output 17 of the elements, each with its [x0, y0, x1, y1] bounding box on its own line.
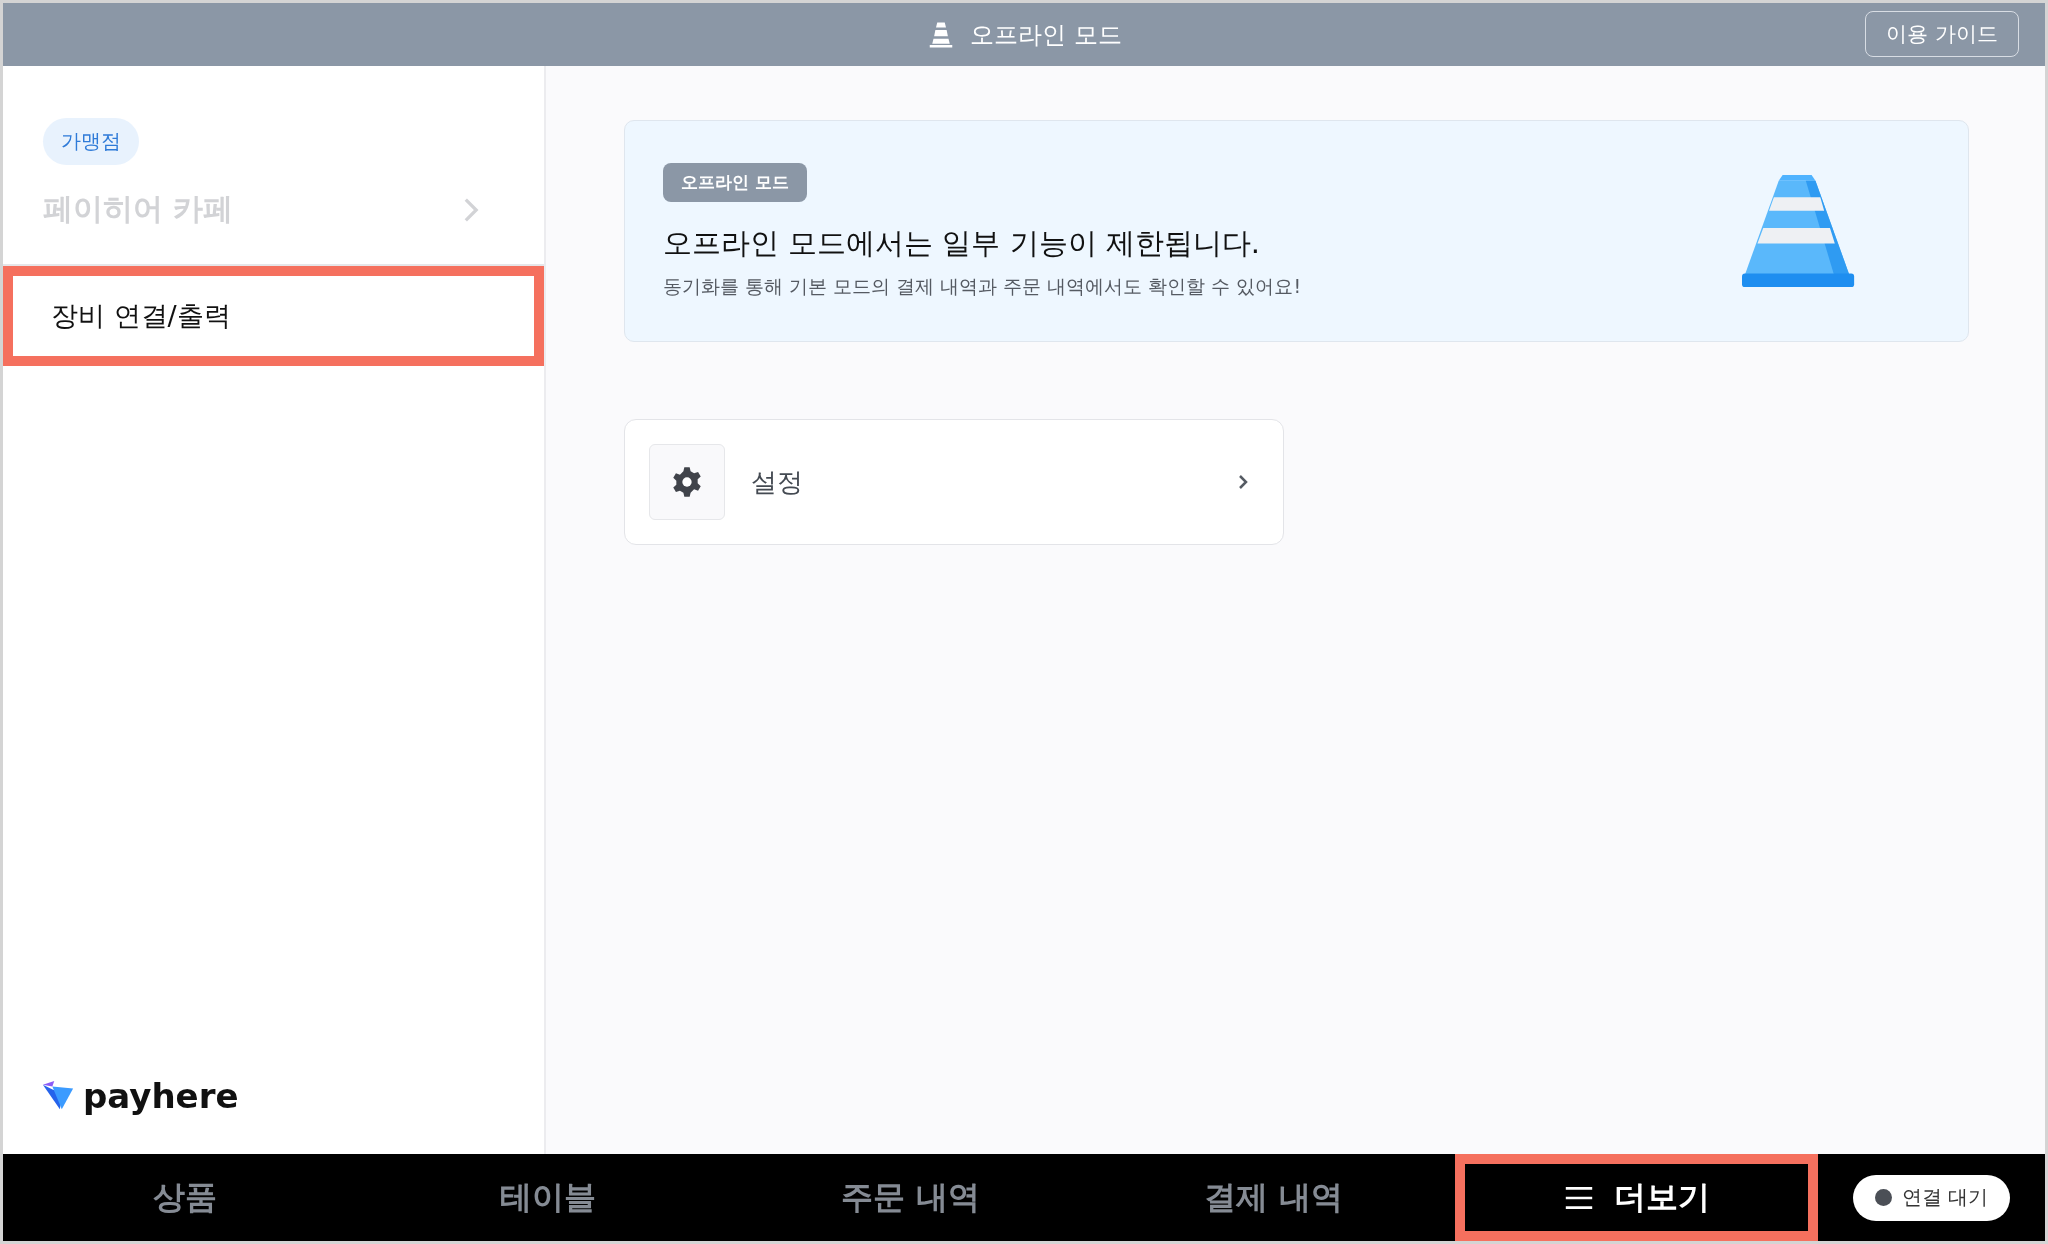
store-badge: 가맹점: [43, 118, 139, 165]
chevron-right-icon: [463, 196, 479, 223]
nav-tab[interactable]: 주문 내역: [729, 1154, 1092, 1241]
sidebar-item[interactable]: 장비 연결/출력: [3, 266, 544, 366]
logo-text: payhere: [83, 1076, 239, 1116]
settings-icon: [671, 466, 703, 498]
banner-description: 동기화를 통해 기본 모드의 결제 내역과 주문 내역에서도 확인할 수 있어요!: [663, 273, 1301, 299]
nav-tab[interactable]: 더보기: [1455, 1154, 1818, 1241]
window-title: 오프라인 모드: [970, 19, 1122, 51]
nav-tab[interactable]: 상품: [3, 1154, 366, 1241]
mode-badge: 오프라인 모드: [663, 162, 807, 202]
banner-heading: 오프라인 모드에서는 일부 기능이 제한됩니다.: [663, 224, 1261, 262]
menu-icon: [1563, 1185, 1594, 1210]
nav-tab[interactable]: 결제 내역: [1092, 1154, 1455, 1241]
settings-card[interactable]: 설정: [624, 419, 1284, 545]
nav-tab[interactable]: 테이블: [366, 1154, 729, 1241]
connection-status: 연결 대기: [1852, 1174, 2011, 1221]
